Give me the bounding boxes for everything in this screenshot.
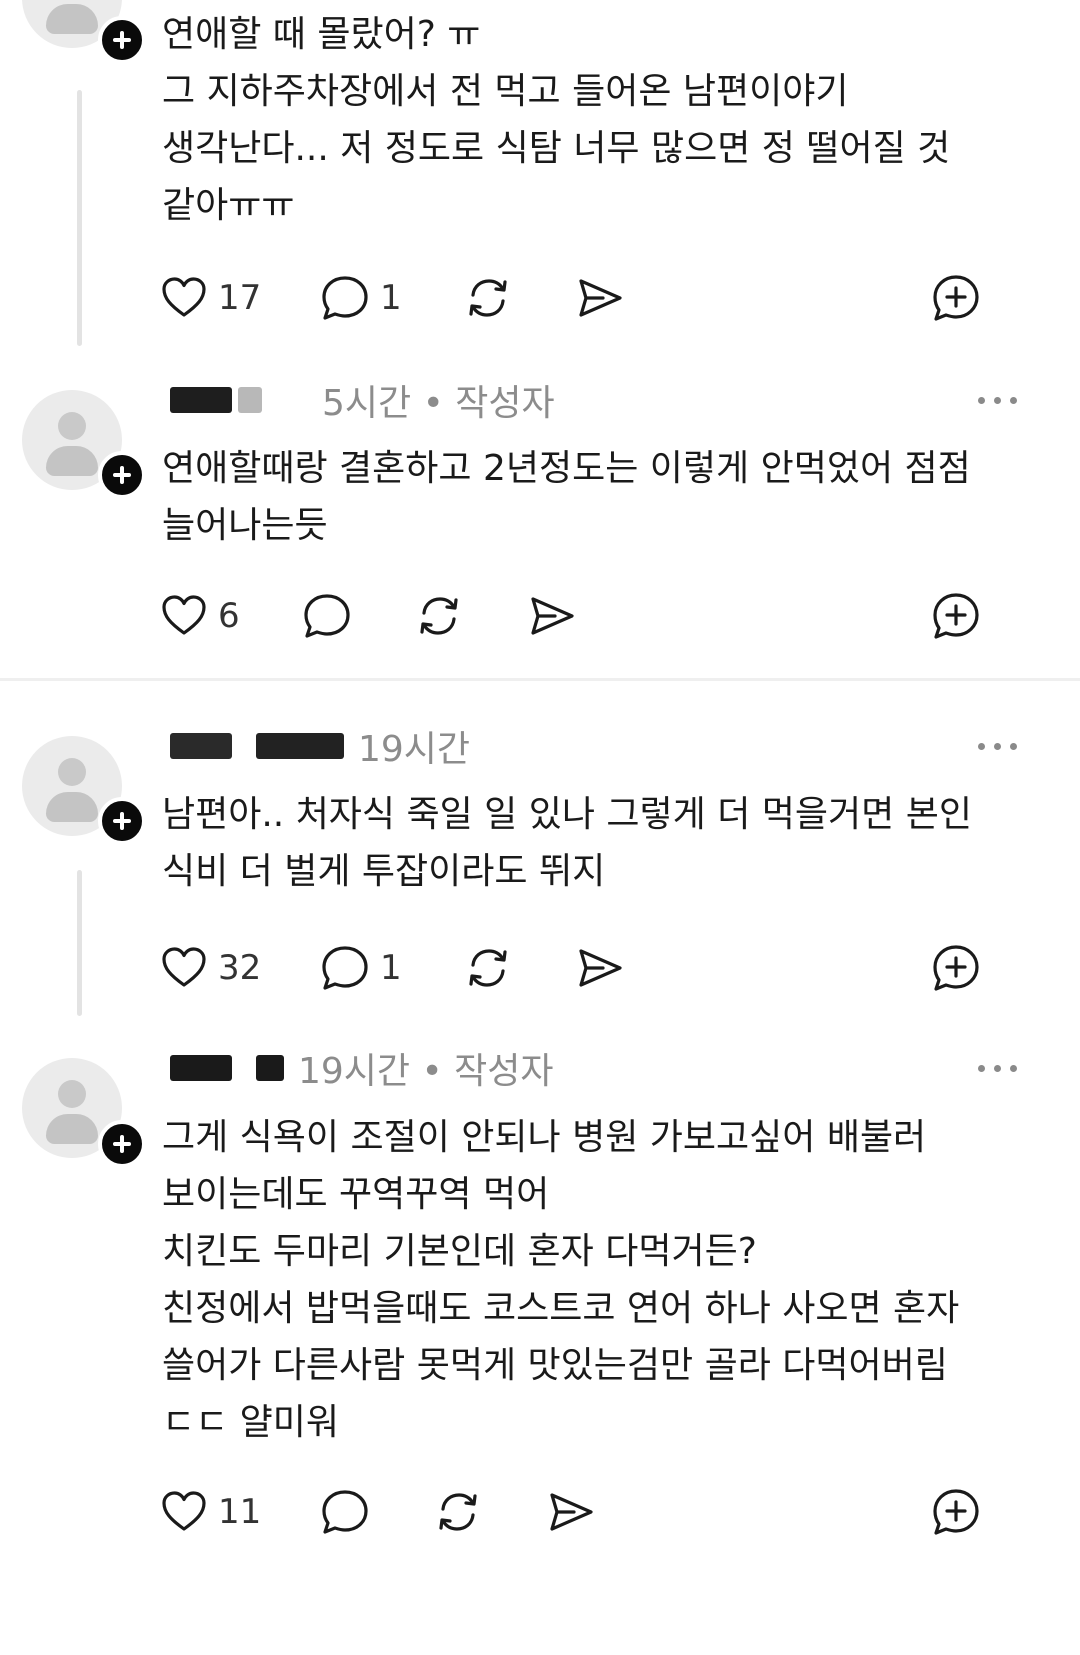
repost-button[interactable] <box>463 272 513 324</box>
repost-button[interactable] <box>414 590 464 642</box>
username-redacted[interactable] <box>170 1055 232 1081</box>
more-icon[interactable] <box>978 1062 1018 1074</box>
quote-button[interactable] <box>931 1486 981 1538</box>
comment-text: 연애할 때 몰랐어? ㅠ 그 지하주차장에서 전 먹고 들어온 남편이야기 생각… <box>162 6 1042 234</box>
send-icon <box>550 1493 593 1531</box>
comment-header: 19시간 • 작성자 <box>170 1044 554 1092</box>
username-redacted <box>256 733 344 759</box>
reply-button[interactable]: 1 <box>320 942 402 994</box>
send-icon <box>531 597 574 635</box>
heart-icon <box>162 947 206 987</box>
comment-meta: 19시간 <box>358 729 471 770</box>
comment-line: 그게 식욕이 조절이 안되나 병원 가보고싶어 배불러 <box>162 1117 927 1158</box>
like-count: 32 <box>218 948 262 988</box>
heart-icon <box>162 277 206 317</box>
share-button[interactable] <box>527 590 577 642</box>
comment-meta: 19시간 • 작성자 <box>298 1051 554 1092</box>
more-icon[interactable] <box>978 394 1018 406</box>
quote-add-icon <box>933 945 979 991</box>
comment-line: 연애할 때 몰랐어? ㅠ <box>162 14 481 55</box>
repost-button[interactable] <box>463 942 513 994</box>
comment-text: 그게 식욕이 조절이 안되나 병원 가보고싶어 배불러 보이는데도 꾸역꾸역 먹… <box>162 1109 1042 1451</box>
quote-add-icon <box>933 593 979 639</box>
heart-icon <box>162 595 206 635</box>
comment-line: 식비 더 벌게 투잡이라도 뛰지 <box>162 851 606 892</box>
comment-line: ㄷㄷ 얄미워 <box>162 1402 340 1443</box>
like-button[interactable]: 17 <box>160 272 261 324</box>
action-bar: 11 <box>0 1486 1080 1538</box>
comment-header: 19시간 <box>170 722 470 770</box>
follow-plus-icon[interactable] <box>98 16 146 64</box>
like-count: 11 <box>218 1492 262 1532</box>
like-button[interactable]: 11 <box>160 1486 261 1538</box>
comment-icon <box>322 1490 368 1534</box>
comment-line: 쓸어가 다른사람 못먹게 맛있는검만 골라 다먹어버림 <box>162 1345 948 1386</box>
comment-line: 치킨도 두마리 기본인데 혼자 다먹거든? <box>162 1231 757 1272</box>
share-button[interactable] <box>546 1486 596 1538</box>
follow-plus-icon[interactable] <box>98 451 146 499</box>
comment-text: 남편아.. 처자식 죽일 일 있나 그렇게 더 먹을거면 본인 식비 더 벌게 … <box>162 786 1042 900</box>
comment-meta: 5시간 • 작성자 <box>322 383 555 424</box>
reply-button[interactable] <box>302 590 362 642</box>
repost-icon <box>469 279 507 317</box>
comment-text: 연애할때랑 결혼하고 2년정도는 이렇게 안먹었어 점점 늘어나는듯 <box>162 440 1042 554</box>
comment-icon <box>322 946 368 990</box>
divider <box>0 678 1080 681</box>
like-count: 6 <box>218 596 240 636</box>
quote-button[interactable] <box>931 272 981 324</box>
like-button[interactable]: 6 <box>160 590 240 642</box>
comment-line: 남편아.. 처자식 죽일 일 있나 그렇게 더 먹을거면 본인 <box>162 794 972 835</box>
comment-icon <box>304 594 350 638</box>
repost-icon <box>469 949 507 987</box>
comment-line: 같아ㅠㅠ <box>162 185 295 226</box>
share-button[interactable] <box>575 272 625 324</box>
quote-add-icon <box>933 1489 979 1535</box>
send-icon <box>579 279 622 317</box>
heart-icon <box>162 1491 206 1531</box>
comment-line: 생각난다... 저 정도로 식탐 너무 많으면 정 떨어질 것 <box>162 128 951 169</box>
action-bar: 17 1 <box>0 272 1080 324</box>
like-button[interactable]: 32 <box>160 942 261 994</box>
comment-line: 보이는데도 꾸역꾸역 먹어 <box>162 1174 550 1215</box>
action-bar: 6 <box>0 590 1080 642</box>
action-bar: 32 1 <box>0 942 1080 994</box>
quote-button[interactable] <box>931 942 981 994</box>
username-redacted[interactable] <box>170 733 232 759</box>
comment-header: 5시간 • 작성자 <box>170 376 555 424</box>
quote-button[interactable] <box>931 590 981 642</box>
comment-icon <box>322 276 368 320</box>
comment-line: 늘어나는듯 <box>162 505 328 546</box>
comment-line: 친정에서 밥먹을때도 코스트코 연어 하나 사오면 혼자 <box>162 1288 960 1329</box>
comment-line: 그 지하주차장에서 전 먹고 들어온 남편이야기 <box>162 71 849 112</box>
repost-button[interactable] <box>433 1486 483 1538</box>
send-icon <box>579 949 622 987</box>
reply-button[interactable]: 1 <box>320 272 402 324</box>
username-redacted <box>256 1055 284 1081</box>
reply-count: 1 <box>380 948 402 988</box>
username-redacted[interactable] <box>170 387 232 413</box>
follow-plus-icon[interactable] <box>98 797 146 845</box>
more-icon[interactable] <box>978 740 1018 752</box>
follow-plus-icon[interactable] <box>98 1120 146 1168</box>
repost-icon <box>420 597 458 635</box>
share-button[interactable] <box>575 942 625 994</box>
repost-icon <box>439 1493 477 1531</box>
reply-count: 1 <box>380 278 402 318</box>
comment-line: 연애할때랑 결혼하고 2년정도는 이렇게 안먹었어 점점 <box>162 448 971 489</box>
username-redacted <box>238 387 262 413</box>
quote-add-icon <box>933 275 979 321</box>
reply-button[interactable] <box>320 1486 380 1538</box>
like-count: 17 <box>218 278 262 318</box>
